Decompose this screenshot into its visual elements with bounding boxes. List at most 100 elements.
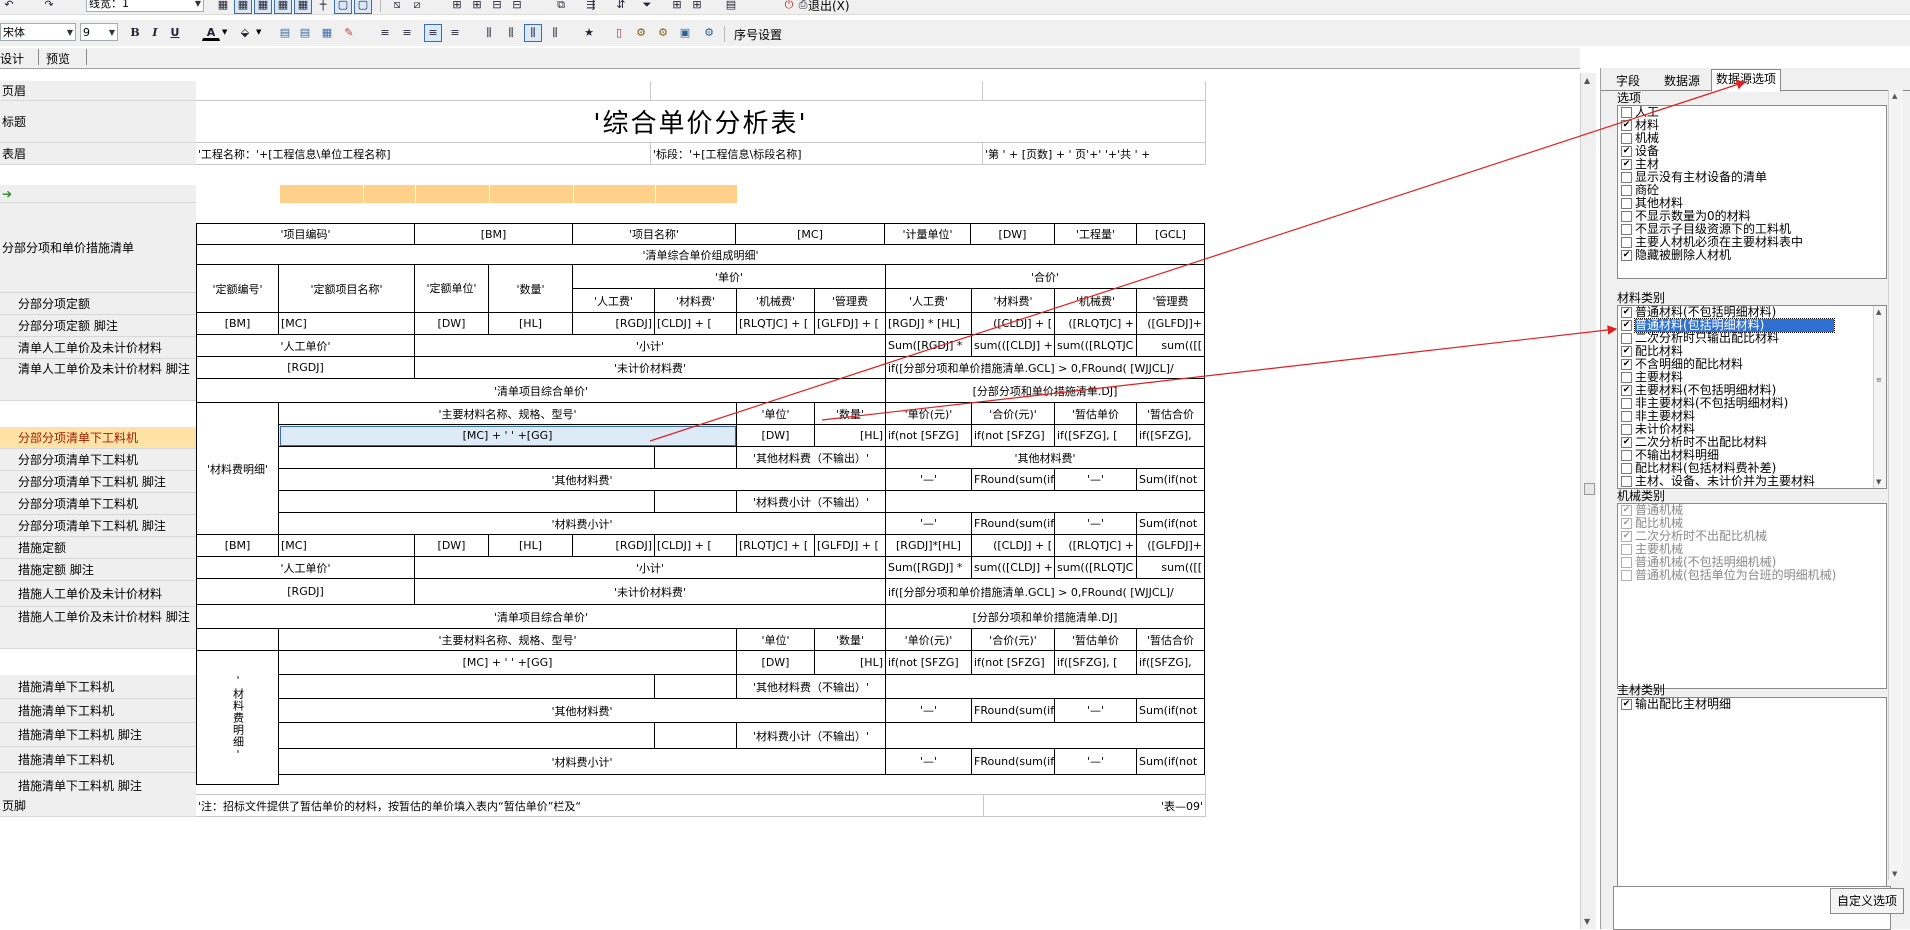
- cell-mq-rlqtjc[interactable]: [RLQTJC] + [: [737, 535, 815, 557]
- diagonal-down-icon[interactable]: ⧅: [388, 0, 406, 14]
- cell-border-icon[interactable]: ▤: [296, 24, 314, 42]
- checkbox-checked-icon[interactable]: ✔: [1621, 307, 1632, 318]
- cell-quota-cldj[interactable]: [CLDJ] + [: [655, 313, 737, 335]
- section-measure-labor-unpriced-footer[interactable]: 措施人工单价及未计价材料 脚注: [0, 607, 196, 649]
- panel-scrollbar[interactable]: ▲ ▼: [1888, 90, 1903, 880]
- checkbox-checked-icon[interactable]: ✔: [1621, 320, 1632, 331]
- star-button[interactable]: ★: [580, 24, 598, 42]
- cell-sum-cl[interactable]: sum(([CLDJ] +: [972, 335, 1055, 357]
- checkbox-icon[interactable]: [1621, 557, 1632, 568]
- footer-note-cell[interactable]: '注：招标文件提供了暂估单价的材料，按暂估的单价填入表内“暂估单价”栏及“: [196, 795, 984, 817]
- cell-gcl[interactable]: [GCL]: [1137, 223, 1205, 245]
- cell-rgdj[interactable]: [RGDJ]: [196, 357, 415, 379]
- cell-m-fround-1[interactable]: FRound(sum(if: [972, 699, 1055, 723]
- cell-other-mat[interactable]: '其他材料费': [279, 469, 886, 491]
- cell-m-mat-est-price-hdr[interactable]: '暂估单价: [1055, 629, 1137, 651]
- table-merge-icon[interactable]: ⊞: [688, 0, 706, 14]
- cell-mq-gl-total[interactable]: ([GLFDJ]+: [1137, 535, 1205, 557]
- cell-quota-bm[interactable]: [BM]: [196, 313, 279, 335]
- section-page-footer[interactable]: 页脚: [0, 795, 196, 817]
- exit-button[interactable]: 退出(X): [808, 0, 850, 14]
- fill-color-icon[interactable]: ⬙: [236, 24, 254, 42]
- checkbox-icon[interactable]: [1621, 424, 1632, 435]
- cell-m-sum-cl[interactable]: sum(([CLDJ] +: [972, 557, 1055, 579]
- cell-quota-rl-total[interactable]: ([RLQTJC] +: [1055, 313, 1137, 335]
- section-labor-unpriced-footer[interactable]: 清单人工单价及未计价材料 脚注: [0, 359, 196, 401]
- border-cross-icon[interactable]: ┼: [314, 0, 332, 14]
- section-measure-labor-unpriced[interactable]: 措施人工单价及未计价材料: [0, 581, 196, 607]
- line-width-select[interactable]: 线宽：1 ▼: [86, 0, 204, 12]
- cell-item-total[interactable]: '清单项目综合单价': [196, 379, 886, 403]
- section-measure-resources-footer[interactable]: 措施清单下工料机 脚注: [0, 723, 196, 747]
- cell-m-dash-2[interactable]: '—': [1055, 699, 1137, 723]
- cell-sum-rg[interactable]: Sum([RGDJ] *: [886, 335, 972, 357]
- align-right-icon[interactable]: ≡: [446, 24, 464, 42]
- font-color-button[interactable]: A: [202, 24, 220, 41]
- checkbox-checked-icon[interactable]: ✔: [1621, 346, 1632, 357]
- checkbox-icon[interactable]: [1621, 544, 1632, 555]
- checkbox-checked-icon[interactable]: ✔: [1621, 505, 1632, 516]
- cell-dash-3[interactable]: '—': [886, 513, 972, 535]
- checkbox-icon[interactable]: [1621, 198, 1632, 209]
- valign-center-icon[interactable]: ⫼: [524, 24, 542, 42]
- cell-m-subtotal[interactable]: '小计': [415, 557, 886, 579]
- checkbox-checked-icon[interactable]: ✔: [1621, 385, 1632, 396]
- material-scroll-grip-icon[interactable]: ≡: [1876, 376, 1882, 384]
- tab-data-source[interactable]: 数据源: [1659, 71, 1705, 91]
- section-measure-quota-footer[interactable]: 措施定额 脚注: [0, 559, 196, 581]
- section-measure-resources-2[interactable]: 措施清单下工料机: [0, 699, 196, 723]
- cell-mq-bm[interactable]: [BM]: [196, 535, 279, 557]
- border-outer-icon[interactable]: ▦: [254, 0, 272, 14]
- checkbox-icon[interactable]: [1621, 372, 1632, 383]
- checkbox-icon[interactable]: [1621, 172, 1632, 183]
- cell-dw[interactable]: [DW]: [971, 223, 1055, 245]
- main-material-option[interactable]: ✔ 输出配比主材明细: [1618, 698, 1886, 711]
- section-name-cell[interactable]: '标段：'+[工程信息\标段名称]: [651, 143, 983, 165]
- cell-amount[interactable]: '数量': [489, 265, 573, 313]
- cell-m-mat-total-hdr[interactable]: '合价(元)': [972, 629, 1055, 651]
- distribute-icon[interactable]: ⇵: [612, 0, 630, 14]
- cell-m-other-mat-noout[interactable]: '其他材料费（不输出）': [737, 675, 886, 699]
- table-style-icon[interactable]: ▦: [318, 24, 336, 42]
- cell-m-mat-est-total[interactable]: if([SFZG],: [1137, 651, 1205, 675]
- machine-option[interactable]: 普通机械(包括单位为台班的明细机械): [1618, 569, 1886, 582]
- filter-icon[interactable]: ⏷: [638, 0, 656, 14]
- checkbox-icon[interactable]: [1621, 476, 1632, 487]
- custom-options-button[interactable]: 自定义选项: [1830, 888, 1904, 914]
- material-list[interactable]: ✔ 普通材料(不包括明细材料) ✔ 普通材料(包括明细材料) 二次分析时只输出配比材料 ✔…: [1617, 305, 1887, 489]
- cell-mq-rgdj[interactable]: [RGDJ]: [573, 535, 655, 557]
- font-size-select[interactable]: 9 ▼: [80, 23, 118, 41]
- section-item-resources-footer[interactable]: 分部分项清单下工料机 脚注: [0, 471, 196, 493]
- exit-icon[interactable]: ⏻: [780, 0, 798, 14]
- cell-labor[interactable]: '人工费': [573, 289, 655, 313]
- cell-quota-rg-total[interactable]: [RGDJ] * [HL]: [886, 313, 972, 335]
- section-title[interactable]: 标题: [0, 101, 196, 143]
- material-scrollbar[interactable]: ▲ ≡ ▼: [1873, 306, 1886, 488]
- cell-m-dash-3[interactable]: '—': [886, 749, 972, 775]
- cell-mat-name[interactable]: [MC] + ' ' +[GG]: [279, 425, 737, 447]
- cell-mat-est-price[interactable]: if([SFZG], [: [1055, 425, 1137, 447]
- checkbox-icon[interactable]: [1621, 133, 1632, 144]
- panel-scroll-down-icon[interactable]: ▼: [1892, 870, 1897, 878]
- insert-col-icon[interactable]: ⊞: [468, 0, 486, 14]
- cell-unit-price[interactable]: '单价': [573, 265, 886, 289]
- designer-scrollbar[interactable]: ▲ ▼: [1580, 73, 1596, 929]
- cell-dash-1[interactable]: '—': [886, 469, 972, 491]
- italic-button[interactable]: I: [146, 24, 164, 42]
- border-left-icon[interactable]: ▢: [334, 0, 352, 14]
- panel-scroll-up-icon[interactable]: ▲: [1892, 92, 1897, 100]
- cell-m-mat-est-total-hdr[interactable]: '暂估合价: [1137, 629, 1205, 651]
- section-labor-unpriced[interactable]: 清单人工单价及未计价材料: [0, 337, 196, 359]
- cell-sum-gl[interactable]: sum(([[: [1137, 335, 1205, 357]
- material-scroll-down-icon[interactable]: ▼: [1876, 478, 1881, 486]
- cell-quota-no[interactable]: '定额编号': [196, 265, 279, 313]
- cell-qty-label[interactable]: '工程量': [1055, 223, 1137, 245]
- checkbox-icon[interactable]: [1621, 398, 1632, 409]
- cell-m-mat-est-price[interactable]: if([SFZG], [: [1055, 651, 1137, 675]
- cell-m-dash-1[interactable]: '—': [886, 699, 972, 723]
- cell-m-unpriced-formula[interactable]: if([分部分项和单价措施清单.GCL] > 0,FRound( [WJJCL]…: [886, 579, 1205, 605]
- cell-composition[interactable]: '清单综合单价组成明细': [196, 245, 1205, 265]
- cell-mat-dw[interactable]: [DW]: [737, 425, 815, 447]
- delete-row-icon[interactable]: ⊟: [488, 0, 506, 14]
- cell-mat-total-hdr[interactable]: '合价(元)': [972, 403, 1055, 425]
